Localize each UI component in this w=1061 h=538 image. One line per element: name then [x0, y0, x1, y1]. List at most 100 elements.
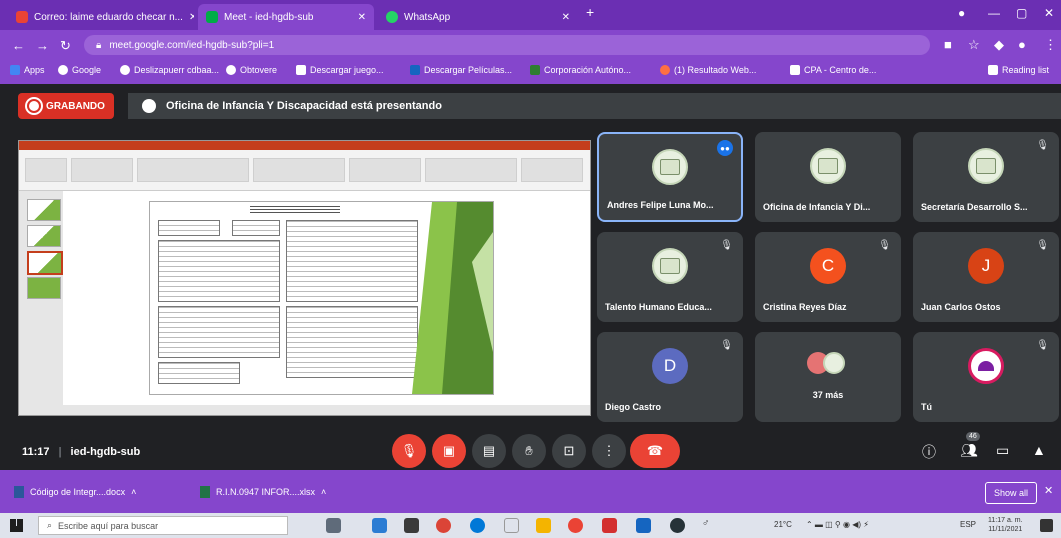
meeting-details-button[interactable]: ⓘ — [922, 442, 936, 462]
powerpoint-status-bar — [19, 405, 590, 415]
notifications-icon[interactable] — [1040, 519, 1053, 532]
task-view-icon[interactable] — [326, 518, 341, 533]
bookmark-item[interactable]: Corporación Autóno... — [530, 65, 631, 75]
camera-icon[interactable]: ■ — [944, 37, 952, 52]
meeting-code: ied-hgdb-sub — [70, 446, 141, 458]
recording-badge: GRABANDO — [18, 93, 114, 119]
app-icon[interactable] — [504, 518, 519, 533]
star-icon[interactable]: ☆ — [968, 37, 980, 53]
people-button[interactable]: 👥︎ 46 — [960, 432, 980, 459]
chevron-up-icon[interactable]: ˄ — [321, 487, 326, 497]
file-explorer-icon[interactable] — [404, 518, 419, 533]
download-item[interactable]: Código de Integr....docx ˄ — [14, 481, 136, 503]
tab-whatsapp[interactable]: WhatsApp ✕ — [378, 4, 578, 30]
downloads-bar: Código de Integr....docx ˄ R.I.N.0947 IN… — [0, 470, 1061, 513]
extension-icon[interactable]: ◆ — [994, 37, 1004, 53]
participant-tile[interactable]: Oficina de Infancia Y Di... — [755, 132, 901, 222]
speaking-icon: ●● — [717, 140, 733, 156]
close-icon[interactable]: ✕ — [562, 12, 570, 23]
camera-toggle-button[interactable]: ▣ — [432, 434, 466, 468]
participant-name: Cristina Reyes Díaz — [763, 302, 847, 312]
globe-icon — [226, 65, 236, 75]
url-bar[interactable]: 🔒︎ meet.google.com/ied-hgdb-sub?pli=1 — [84, 35, 930, 55]
shared-screen — [18, 140, 591, 416]
download-item[interactable]: R.I.N.0947 INFOR....xlsx ˄ — [200, 481, 326, 503]
mic-off-icon: 🎙︎ — [1036, 240, 1049, 251]
self-tile[interactable]: 🎙︎ Tú — [913, 332, 1059, 422]
participant-name: Talento Humano Educa... — [605, 302, 712, 312]
maximize-icon[interactable]: ▢ — [1016, 6, 1027, 20]
reload-icon[interactable]: ↻ — [60, 38, 71, 54]
profile-icon[interactable]: ● — [958, 6, 965, 20]
app-icon[interactable] — [602, 518, 617, 533]
show-all-button[interactable]: Show all — [985, 482, 1038, 504]
close-icon[interactable]: ✕ — [358, 12, 366, 23]
windows-start-icon[interactable] — [10, 519, 23, 532]
outlook-icon[interactable] — [636, 518, 651, 533]
bookmark-item[interactable]: Obtovere — [226, 65, 277, 75]
presenting-text: Oficina de Infancia Y Discapacidad está … — [166, 100, 442, 112]
chevron-up-icon[interactable]: ˄ — [131, 487, 136, 497]
search-placeholder: Escribe aquí para buscar — [58, 520, 159, 531]
app-icon[interactable] — [536, 518, 551, 533]
more-count: 37 más — [812, 390, 844, 400]
participant-tile[interactable]: ●● Andres Felipe Luna Mo... — [597, 132, 743, 222]
shapes-icon: ▲ — [1032, 442, 1046, 458]
forward-icon[interactable]: → — [36, 38, 49, 53]
slide-decoration — [412, 202, 493, 394]
chrome-icon[interactable] — [568, 518, 583, 533]
participant-tile[interactable]: 🎙︎ Talento Humano Educa... — [597, 232, 743, 322]
bookmark-item[interactable]: Google — [58, 65, 101, 75]
participant-tile[interactable]: 🎙︎ Secretaría Desarrollo S... — [913, 132, 1059, 222]
participant-tile[interactable]: 🎙︎ J Juan Carlos Ostos — [913, 232, 1059, 322]
taskbar-search[interactable]: ⌕ Escribe aquí para buscar — [38, 516, 288, 535]
download-label: R.I.N.0947 INFOR....xlsx — [216, 487, 316, 497]
reading-list-button[interactable]: Reading list — [988, 65, 1049, 75]
bookmark-item[interactable]: CPA - Centro de... — [790, 65, 876, 75]
menu-icon[interactable]: ⋮ — [1044, 37, 1057, 53]
app-icon[interactable]: ♂ — [702, 518, 717, 533]
mic-off-icon: 🎙︎ — [400, 443, 418, 458]
avatar[interactable]: ● — [1018, 37, 1026, 52]
participant-tile[interactable]: 🎙︎ C Cristina Reyes Díaz — [755, 232, 901, 322]
participant-tile[interactable]: 🎙︎ D Diego Castro — [597, 332, 743, 422]
tray-icons[interactable]: ⌃ ▬ ◫ ⚲ ◉ ◀︎) ⚡︎ — [806, 520, 869, 529]
presenting-banner: Oficina de Infancia Y Discapacidad está … — [128, 93, 1061, 119]
activities-button[interactable]: ▲ — [1032, 442, 1046, 458]
system-clock[interactable]: 11:17 a. m. 11/11/2021 — [988, 516, 1023, 534]
chrome-icon[interactable] — [436, 518, 451, 533]
help-icon[interactable] — [670, 518, 685, 533]
camera-off-icon: ▣ — [442, 443, 456, 458]
bookmark-item[interactable]: Descargar Películas... — [410, 65, 512, 75]
edge-icon[interactable] — [470, 518, 485, 533]
mic-toggle-button[interactable]: 🎙︎ — [392, 434, 426, 468]
close-window-icon[interactable]: ✕ — [1044, 6, 1054, 20]
bookmark-item[interactable]: Descargar juego... — [296, 65, 384, 75]
more-options-button[interactable]: ⋮ — [592, 434, 626, 468]
lock-icon: 🔒︎ — [96, 39, 102, 51]
back-icon[interactable]: ← — [12, 38, 25, 53]
bookmark-item[interactable]: (1) Resultado Web... — [660, 65, 756, 75]
captions-button[interactable]: ▤ — [472, 434, 506, 468]
bookmark-item[interactable]: Apps — [10, 65, 45, 75]
end-call-button[interactable]: ☎︎ — [630, 434, 680, 468]
more-participants-tile[interactable]: 37 más — [755, 332, 901, 422]
avatar: D — [652, 348, 688, 385]
bookmark-icon — [790, 65, 800, 75]
globe-icon — [120, 65, 130, 75]
edge-icon[interactable] — [372, 518, 387, 533]
minimize-icon[interactable]: — — [988, 6, 1000, 20]
weather-text[interactable]: 21°C — [774, 520, 792, 529]
globe-icon — [660, 65, 670, 75]
participant-name: Andres Felipe Luna Mo... — [607, 200, 714, 210]
close-icon[interactable]: ✕ — [189, 12, 194, 23]
present-button[interactable]: ⊡ — [552, 434, 586, 468]
bookmark-item[interactable]: Deslizapuerr cdbaa... — [120, 65, 219, 75]
close-icon[interactable]: ✕ — [1044, 484, 1053, 497]
new-tab-button[interactable]: + — [586, 4, 594, 20]
tab-gmail[interactable]: Correo: laime eduardo checar n... ✕ — [8, 4, 194, 30]
raise-hand-button[interactable]: ✋︎ — [512, 434, 546, 468]
chat-button[interactable]: ▭ — [996, 442, 1009, 459]
language-indicator[interactable]: ESP — [960, 520, 976, 529]
tab-meet[interactable]: Meet - ied-hgdb-sub ✕ — [198, 4, 374, 30]
